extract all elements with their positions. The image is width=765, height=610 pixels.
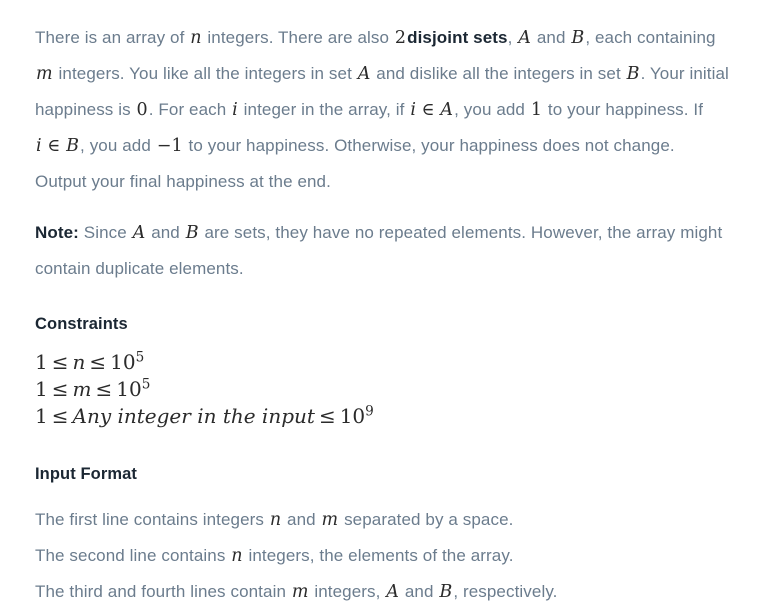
constraints-list: 1 ≤ n ≤105 1 ≤ m ≤105 1 ≤ Any integer in the inp…	[35, 349, 730, 430]
constraint-operator-1: ≤	[51, 377, 69, 401]
description-text-6: integers. You like all the integers in s…	[53, 64, 357, 83]
input-format-line-3: The third and fourth lines contain m int…	[35, 574, 730, 610]
spacer-after-description	[35, 199, 730, 209]
description-text-10: integer in the array, if	[238, 100, 410, 119]
note-paragraph: Note: Since A and B are sets, they have …	[35, 215, 730, 286]
math-var-A-2: A	[357, 64, 371, 84]
constraint-lower-bound: 1	[35, 377, 48, 401]
math-var-n-input: n	[269, 510, 282, 530]
constraint-variable: Any integer in the input	[72, 404, 315, 428]
description-text-4: and	[532, 28, 571, 47]
math-expr-i-in-B: i ∈ B	[36, 136, 80, 156]
input-line-text-4: , respectively.	[453, 582, 558, 601]
math-var-A-note: A	[132, 223, 146, 243]
math-number-0: 0	[136, 100, 148, 120]
input-line-text-2: integers, the elements of the array.	[243, 546, 514, 565]
input-line-text-3: and	[400, 582, 439, 601]
note-label: Note:	[35, 223, 79, 242]
input-line-text-2: integers,	[309, 582, 386, 601]
description-text-5: , each containing	[585, 28, 716, 47]
constraint-operator-1: ≤	[51, 404, 69, 428]
constraint-line-m: 1 ≤ m ≤105	[35, 376, 730, 403]
input-line-text-3: separated by a space.	[339, 510, 514, 529]
input-line-text-1: The second line contains	[35, 546, 231, 565]
math-var-B-1: B	[571, 28, 585, 48]
input-line-text-1: The first line contains integers	[35, 510, 269, 529]
constraint-operator-2: ≤	[95, 377, 113, 401]
constraint-upper-base: 10	[116, 377, 142, 401]
spacer-after-input-format-heading	[35, 492, 730, 502]
note-text-1: Since	[78, 223, 132, 242]
input-line-text-1: The third and fourth lines contain	[35, 582, 291, 601]
math-var-m-input-3: m	[291, 582, 309, 602]
problem-description-paragraph: There is an array of n integers. There a…	[35, 20, 730, 199]
bold-disjoint-sets: disjoint sets	[407, 28, 508, 47]
description-text-2: integers. There are also	[202, 28, 394, 47]
math-expr-i-in-A: i ∈ A	[410, 100, 454, 120]
math-var-m-input: m	[321, 510, 339, 530]
math-number-2: 2	[394, 28, 407, 48]
constraint-operator-1: ≤	[51, 350, 69, 374]
input-format-line-1: The first line contains integers n and m…	[35, 502, 730, 538]
input-line-text-2: and	[282, 510, 321, 529]
math-var-n: n	[190, 28, 202, 48]
constraints-heading: Constraints	[35, 315, 128, 333]
input-format-line-2: The second line contains n integers, the…	[35, 538, 730, 574]
constraint-line-n: 1 ≤ n ≤105	[35, 349, 730, 376]
constraint-variable: m	[72, 377, 92, 401]
math-var-B-2: B	[626, 64, 640, 84]
constraint-lower-bound: 1	[35, 404, 48, 428]
description-text-1: There is an array of	[35, 28, 190, 47]
constraint-lower-bound: 1	[35, 350, 48, 374]
constraint-upper-exponent: 9	[365, 403, 374, 420]
description-text-9: . For each	[148, 100, 232, 119]
description-text-11: , you add	[454, 100, 530, 119]
math-var-n-input-2: n	[231, 546, 243, 566]
constraint-upper-exponent: 5	[141, 376, 151, 393]
problem-statement-page: There is an array of n integers. There a…	[0, 0, 765, 610]
constraint-line-any-integer: 1 ≤ Any integer in the input ≤109	[35, 403, 730, 430]
constraint-operator-2: ≤	[318, 404, 336, 428]
constraint-upper-base: 10	[339, 404, 366, 428]
spacer-after-constraints	[35, 430, 730, 452]
description-text-3: ,	[507, 28, 518, 47]
math-var-B-input: B	[439, 582, 453, 602]
math-var-A-1: A	[518, 28, 532, 48]
input-format-lines: The first line contains integers n and m…	[35, 502, 730, 610]
description-text-7: and dislike all the integers in set	[371, 64, 626, 83]
spacer-after-note	[35, 286, 730, 302]
math-number-1: 1	[530, 100, 543, 120]
constraint-upper-exponent: 5	[135, 349, 145, 366]
note-text-2: and	[146, 223, 185, 242]
math-var-m: m	[36, 64, 53, 84]
description-text-12: to your happiness. If	[543, 100, 704, 119]
constraint-upper-base: 10	[110, 350, 136, 374]
math-var-A-input: A	[386, 582, 400, 602]
constraint-operator-2: ≤	[89, 350, 107, 374]
math-number-minus-1: −1	[156, 136, 183, 156]
input-format-heading: Input Format	[35, 465, 138, 483]
math-var-i-1: i	[232, 100, 238, 120]
constraint-variable: n	[72, 350, 86, 374]
description-text-13: , you add	[80, 136, 156, 155]
math-var-B-note: B	[185, 223, 199, 243]
